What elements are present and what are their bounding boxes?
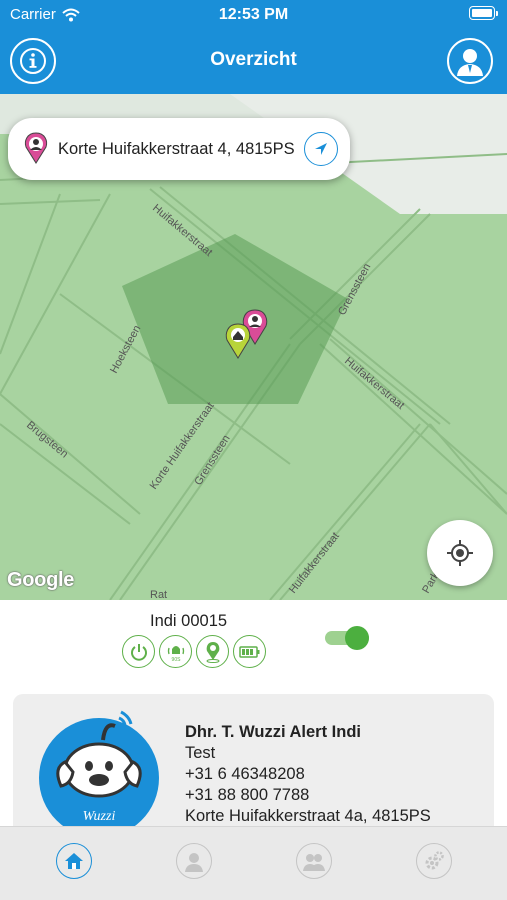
svg-text:Brugsteen: Brugsteen <box>24 419 70 460</box>
google-logo: Google <box>7 569 75 591</box>
home-icon <box>65 853 83 869</box>
user-profile-icon <box>457 49 483 76</box>
app-screen: Carrier 12:53 PM Overzicht Huifakkerstra… <box>0 0 507 900</box>
contact-address: Korte Huifakkerstraat 4a, 4815PS <box>185 807 431 825</box>
contact-info: Dhr. T. Wuzzi Alert Indi Test +31 6 4634… <box>185 722 431 827</box>
device-status-icons: 90S <box>122 635 266 668</box>
alarm-timer-label: 90S <box>171 657 181 663</box>
profile-tab[interactable] <box>176 843 212 879</box>
crosshair-icon <box>447 540 473 566</box>
contacts-tab[interactable] <box>296 843 332 879</box>
svg-text:Rat: Rat <box>150 589 167 600</box>
contact-line: Test <box>185 744 216 762</box>
navigate-button[interactable] <box>304 132 338 166</box>
battery-icon <box>238 645 259 658</box>
gears-icon <box>425 851 444 870</box>
my-location-button[interactable] <box>427 520 493 586</box>
geofence-zone[interactable] <box>122 234 348 404</box>
tab-bar <box>0 826 507 900</box>
location-status[interactable] <box>196 635 229 668</box>
alarm-status[interactable]: 90S <box>159 635 192 668</box>
navigation-arrow-icon <box>315 143 327 155</box>
toggle-knob <box>345 626 369 650</box>
wuzzi-logo: Wuzzi <box>33 702 163 838</box>
settings-tab[interactable] <box>416 843 452 879</box>
contact-phone-landline[interactable]: +31 88 800 7788 <box>185 785 431 806</box>
status-time: 12:53 PM <box>218 6 289 23</box>
profile-button[interactable] <box>447 38 493 84</box>
header-bar: Carrier 12:53 PM Overzicht <box>0 0 507 94</box>
person-pin-icon <box>24 132 48 164</box>
svg-text:Hoeksteen: Hoeksteen <box>108 323 143 375</box>
tracking-toggle[interactable] <box>325 626 369 650</box>
contact-card[interactable]: Wuzzi Dhr. T. Wuzzi Alert Indi Test +31 … <box>13 694 494 844</box>
address-search-bar[interactable]: Korte Huifakkerstraat 4, 4815PS <box>8 118 350 180</box>
status-bar: Carrier 12:53 PM <box>0 0 507 30</box>
battery-level-status[interactable] <box>233 635 266 668</box>
device-name: Indi 00015 <box>150 612 228 630</box>
contacts-icon <box>303 854 325 871</box>
svg-text:Grenssteen: Grenssteen <box>192 433 232 488</box>
page-title: Overzicht <box>210 49 297 70</box>
home-tab[interactable] <box>56 843 92 879</box>
power-icon <box>130 643 147 661</box>
logo-text: Wuzzi <box>83 809 116 824</box>
svg-text:Huifakkerstraat: Huifakkerstraat <box>287 530 342 596</box>
person-icon <box>185 853 203 872</box>
svg-text:Grenssteen: Grenssteen <box>336 262 373 318</box>
address-text: Korte Huifakkerstraat 4, 4815PS <box>58 139 295 158</box>
contact-phone-mobile[interactable]: +31 6 46348208 <box>185 764 431 785</box>
map-view[interactable]: Huifakkerstraat Grenssteen Hoeksteen Bru… <box>0 94 507 600</box>
location-pin-icon <box>206 641 219 663</box>
alarm-bell-icon: 90S <box>167 645 184 663</box>
battery-status-icon <box>469 6 498 20</box>
contact-name: Dhr. T. Wuzzi Alert Indi <box>185 723 362 741</box>
svg-text:Huifakkerstraat: Huifakkerstraat <box>342 355 406 412</box>
svg-text:Huifakkerstraat: Huifakkerstraat <box>150 202 214 259</box>
power-status[interactable] <box>122 635 155 668</box>
